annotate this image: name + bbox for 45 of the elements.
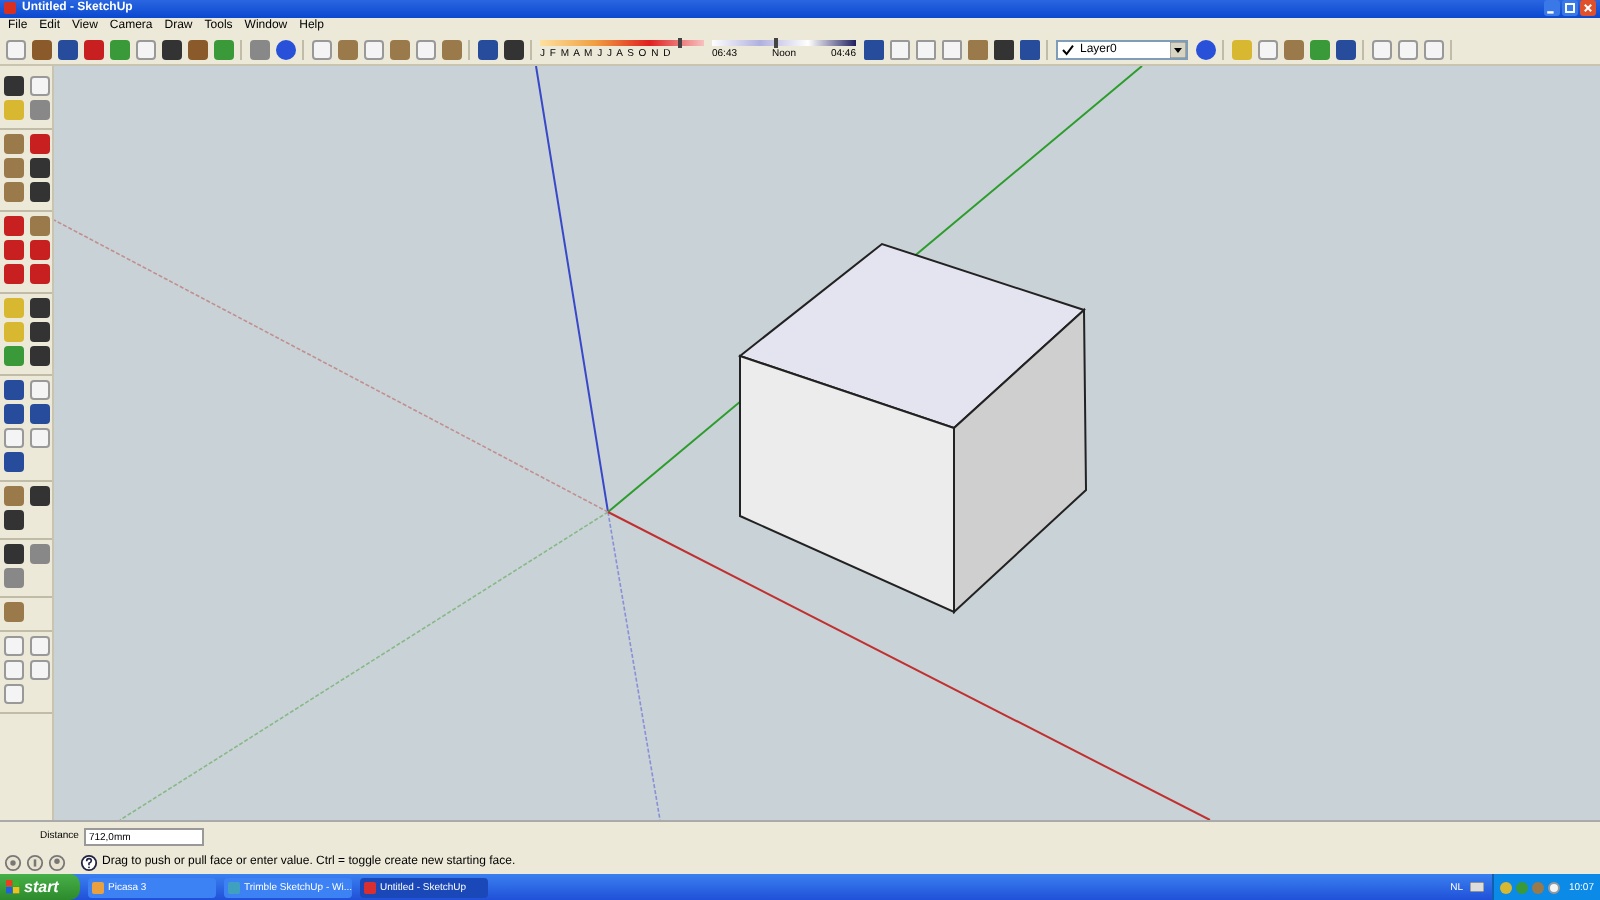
start-button[interactable]: start (0, 874, 80, 900)
tool-icon[interactable] (4, 543, 24, 564)
keyboard-icon[interactable] (1470, 882, 1485, 892)
caret-icon (1170, 41, 1186, 58)
app-icon (4, 2, 16, 15)
app-icon (228, 881, 240, 893)
tool-icon[interactable] (1196, 39, 1216, 60)
tool-icon[interactable] (478, 39, 498, 60)
tool-icon[interactable] (4, 379, 24, 400)
tool-icon[interactable] (188, 39, 208, 60)
app-icon (364, 881, 376, 893)
tool-icon[interactable] (30, 345, 50, 366)
tool-icon[interactable] (30, 239, 50, 260)
slider-thumb[interactable] (774, 37, 779, 48)
tool-icon[interactable] (4, 263, 24, 284)
help-icon[interactable] (80, 853, 98, 872)
tool-icon[interactable] (4, 75, 24, 96)
close-icon[interactable] (1580, 0, 1596, 17)
tool-icon[interactable] (30, 321, 50, 342)
minimize-icon[interactable] (1544, 0, 1560, 17)
tool-icon[interactable] (32, 39, 52, 60)
tool-icon[interactable] (30, 263, 50, 284)
info-icon[interactable] (26, 853, 44, 872)
tool-icon[interactable] (58, 39, 78, 60)
tool-icon[interactable] (4, 509, 24, 530)
tool-icon[interactable] (30, 133, 50, 154)
tool-icon[interactable] (30, 485, 50, 506)
maximize-icon[interactable] (1562, 0, 1578, 17)
tool-icon[interactable] (1336, 39, 1356, 60)
check-icon (1062, 43, 1074, 56)
windows-logo-icon (6, 880, 20, 894)
tool-icon[interactable] (30, 157, 50, 178)
tool-icon[interactable] (504, 39, 524, 60)
tool-icon[interactable] (84, 39, 104, 60)
tool-icon[interactable] (4, 215, 24, 236)
slider-thumb[interactable] (677, 37, 682, 48)
app-icon (92, 881, 104, 893)
tool-icon[interactable] (162, 39, 182, 60)
tool-icon[interactable] (276, 39, 296, 60)
tool-icon[interactable] (4, 403, 24, 424)
tool-icon[interactable] (30, 297, 50, 318)
tool-icon[interactable] (4, 451, 24, 472)
tool-icon[interactable] (4, 239, 24, 260)
tool-icon[interactable] (30, 181, 50, 202)
tool-icon[interactable] (30, 403, 50, 424)
